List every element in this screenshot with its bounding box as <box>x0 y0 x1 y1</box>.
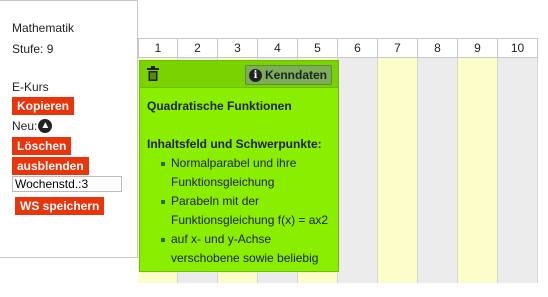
column-header: 2 <box>178 38 218 58</box>
column-header: 8 <box>418 38 458 58</box>
list-item: Parabeln mit der Funktionsgleichung f(x)… <box>161 192 331 230</box>
week-column[interactable] <box>498 58 538 283</box>
column-header: 7 <box>378 38 418 58</box>
course-card[interactable]: i Kenndaten Quadratische Funktionen Inha… <box>139 60 339 272</box>
week-column[interactable] <box>338 58 378 283</box>
trash-icon[interactable] <box>147 66 159 81</box>
week-column[interactable] <box>458 58 498 283</box>
card-topic-list: Normalparabel und ihre Funktionsgleichun… <box>147 154 331 268</box>
column-header: 4 <box>258 38 298 58</box>
column-header: 3 <box>218 38 258 58</box>
card-header: i Kenndaten <box>140 61 338 88</box>
week-column[interactable] <box>378 58 418 283</box>
weekly-hours-row <box>12 176 122 192</box>
list-item: auf x- und y-Achse verschobene sowie bel… <box>161 230 331 268</box>
delete-button[interactable]: Löschen <box>12 137 72 155</box>
hide-button[interactable]: ausblenden <box>12 157 89 175</box>
subject-label: Mathematik <box>12 21 75 35</box>
weekly-hours-input[interactable] <box>12 176 122 192</box>
stufe-label: Stufe: 9 <box>12 42 54 56</box>
upload-icon[interactable]: ▲ <box>38 119 53 133</box>
info-icon: i <box>248 68 262 82</box>
column-header: 9 <box>458 38 498 58</box>
card-section-heading: Inhaltsfeld und Schwerpunkte: <box>147 137 322 151</box>
card-title: Quadratische Funktionen <box>147 99 292 113</box>
card-body: Quadratische Funktionen Inhaltsfeld und … <box>140 88 338 268</box>
new-label: Neu: <box>12 119 38 133</box>
course-panel: Mathematik Stufe: 9 E-Kurs Kopieren Neu:… <box>0 0 138 258</box>
column-header: 1 <box>138 38 178 58</box>
kurs-label: E-Kurs <box>12 80 49 94</box>
save-weekly-hours-button[interactable]: WS speichern <box>15 197 105 215</box>
column-header: 10 <box>498 38 538 58</box>
kenndaten-button[interactable]: i Kenndaten <box>244 65 332 85</box>
week-column[interactable] <box>418 58 458 283</box>
list-item: Normalparabel und ihre Funktionsgleichun… <box>161 154 331 192</box>
kenndaten-label: Kenndaten <box>264 68 327 82</box>
new-row: Neu: ▲ <box>12 119 53 133</box>
column-header: 6 <box>338 38 378 58</box>
column-header: 5 <box>298 38 338 58</box>
copy-button[interactable]: Kopieren <box>12 97 75 115</box>
